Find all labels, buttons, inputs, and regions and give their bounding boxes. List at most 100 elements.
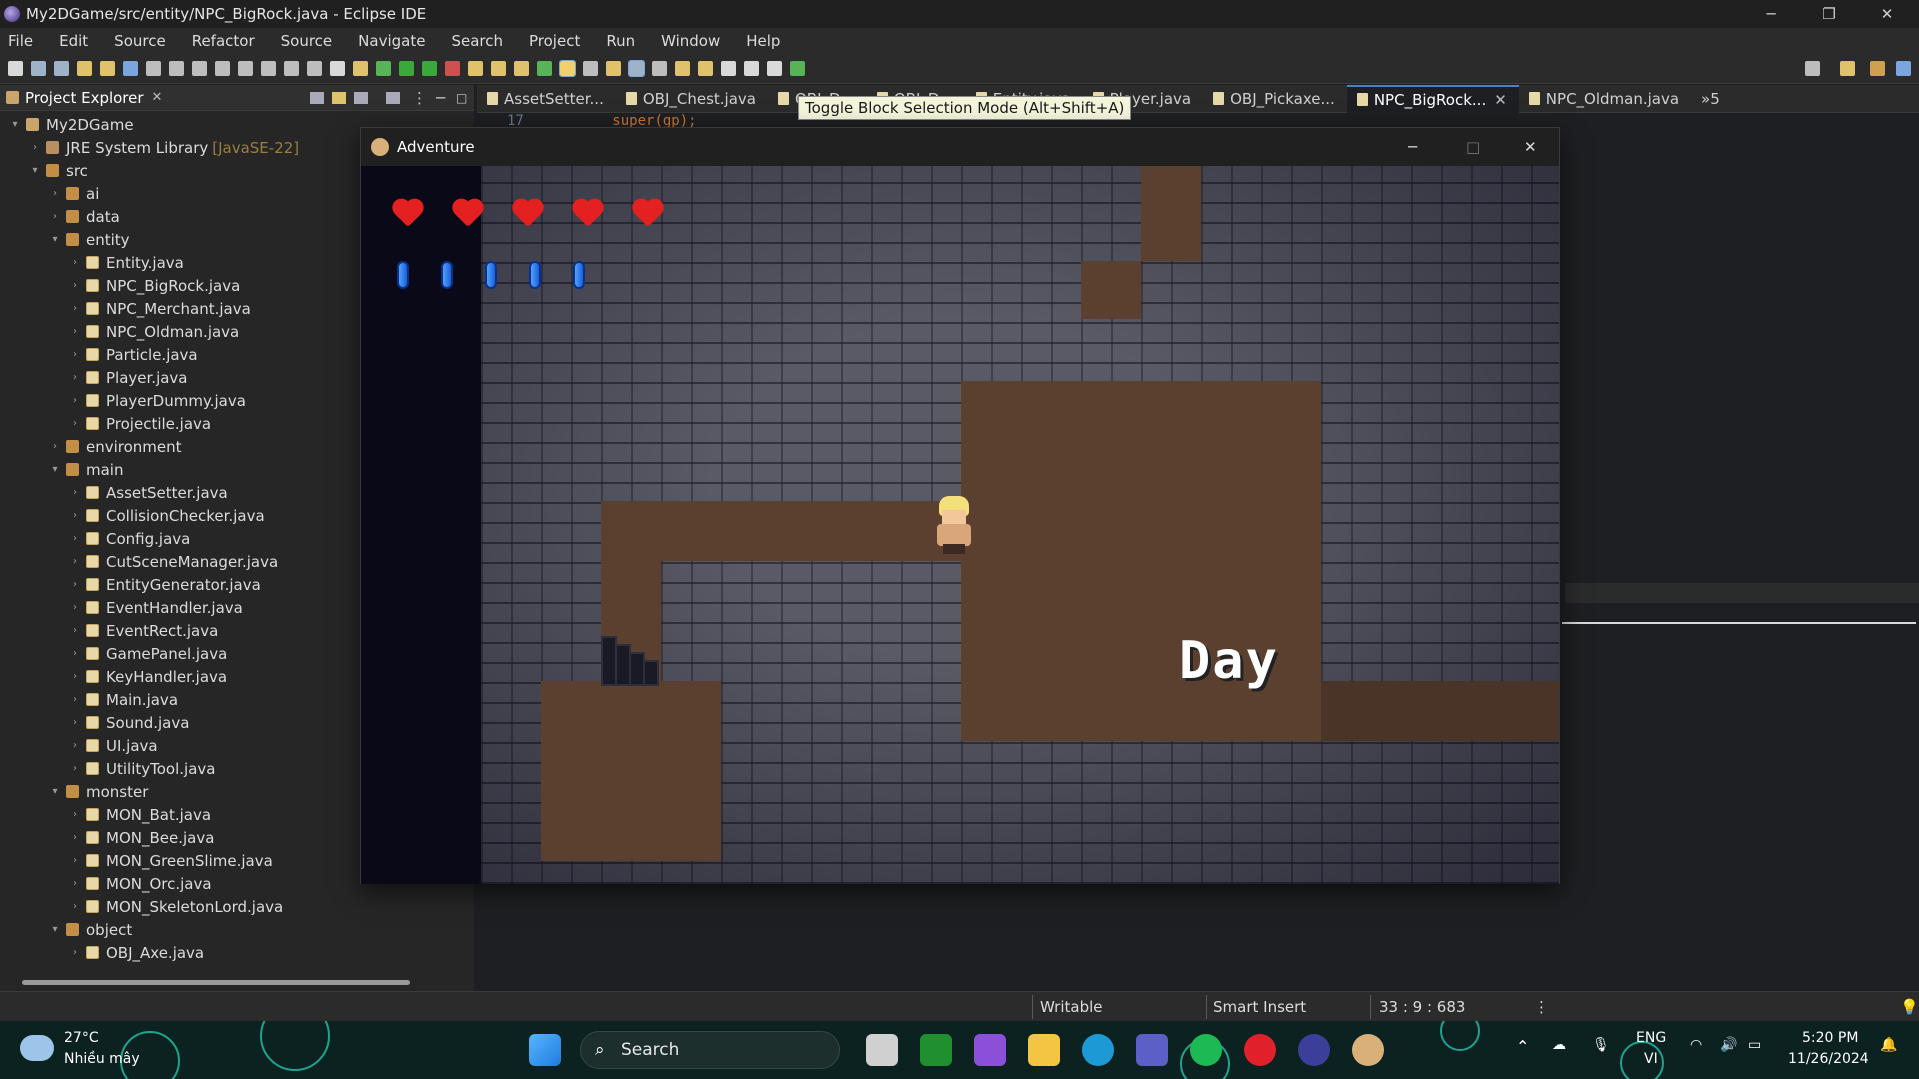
global-search-icon[interactable] [1805, 61, 1820, 76]
new-class-icon[interactable] [491, 61, 506, 76]
collapsed-chevron-icon[interactable]: › [68, 901, 82, 912]
show-whitespace-icon[interactable] [628, 60, 645, 77]
collapsed-chevron-icon[interactable]: › [68, 671, 82, 682]
collapsed-chevron-icon[interactable]: › [68, 602, 82, 613]
open-perspective-icon[interactable] [1840, 61, 1855, 76]
collapsed-chevron-icon[interactable]: › [48, 441, 62, 452]
weather-icon[interactable] [20, 1035, 54, 1061]
save-icon[interactable] [31, 61, 46, 76]
redo-icon[interactable] [100, 61, 115, 76]
project-explorer-tab[interactable]: Project Explorer ✕ ⋮ ─ □ [0, 85, 474, 111]
back-icon[interactable] [744, 61, 759, 76]
onedrive-icon[interactable]: ☁ [1552, 1037, 1566, 1053]
game-close-button[interactable]: ✕ [1524, 138, 1537, 156]
volume-icon[interactable]: 🔊 [1720, 1037, 1737, 1053]
maximize-view-icon[interactable]: □ [456, 91, 467, 105]
new-icon[interactable] [8, 61, 23, 76]
tree-folder-item[interactable]: ▾ object [0, 918, 474, 941]
close-tab-icon[interactable]: ✕ [1494, 91, 1507, 109]
editor-tab[interactable]: OBJ_Pickaxe... [1203, 85, 1347, 113]
expanded-chevron-icon[interactable]: ▾ [48, 464, 62, 475]
view-menu-icon[interactable]: ⋮ [412, 89, 427, 107]
taskbar-search[interactable]: ⌕ Search [580, 1031, 840, 1069]
language-top[interactable]: ENG [1636, 1030, 1666, 1046]
collapsed-chevron-icon[interactable]: › [68, 395, 82, 406]
drop-frame-icon[interactable] [307, 61, 322, 76]
minimize-view-icon[interactable]: ─ [436, 89, 445, 107]
collapsed-chevron-icon[interactable]: › [68, 326, 82, 337]
wifi-icon[interactable]: ◠ [1690, 1037, 1702, 1053]
collapsed-chevron-icon[interactable]: › [68, 740, 82, 751]
pilcrow-icon[interactable] [652, 61, 667, 76]
teams-icon[interactable] [1136, 1034, 1168, 1066]
expanded-chevron-icon[interactable]: ▾ [48, 234, 62, 245]
collapsed-chevron-icon[interactable]: › [68, 694, 82, 705]
expanded-chevron-icon[interactable]: ▾ [48, 924, 62, 935]
next-annotation-icon[interactable] [675, 61, 690, 76]
opera-icon[interactable] [1244, 1034, 1276, 1066]
collapsed-chevron-icon[interactable]: › [68, 648, 82, 659]
tree-file-item[interactable]: › OBJ_Axe.java [0, 941, 474, 964]
restore-button[interactable]: ❐ [1800, 0, 1858, 28]
java-app-icon[interactable] [1352, 1034, 1384, 1066]
undo-icon[interactable] [77, 61, 92, 76]
game-minimize-button[interactable]: ─ [1408, 138, 1417, 156]
mark-occurrences-icon[interactable] [606, 61, 621, 76]
previous-annotation-icon[interactable] [698, 61, 713, 76]
external-tools-icon[interactable] [445, 61, 460, 76]
skip-breakpoints-icon[interactable] [146, 61, 161, 76]
minimize-button[interactable]: ─ [1742, 0, 1800, 28]
collapsed-chevron-icon[interactable]: › [68, 878, 82, 889]
run-icon[interactable] [399, 61, 414, 76]
tray-chevron-icon[interactable]: ⌃ [1516, 1037, 1529, 1056]
collapsed-chevron-icon[interactable]: › [68, 303, 82, 314]
collapsed-chevron-icon[interactable]: › [68, 418, 82, 429]
collapsed-chevron-icon[interactable]: › [68, 372, 82, 383]
search-toolbar-icon[interactable] [537, 61, 552, 76]
console-icon[interactable] [330, 61, 345, 76]
focus-icon[interactable] [386, 91, 400, 104]
collapsed-chevron-icon[interactable]: › [68, 280, 82, 291]
menu-source-2[interactable]: Source [281, 32, 333, 50]
editor-tab[interactable]: AssetSetter... [477, 85, 616, 113]
collapsed-chevron-icon[interactable]: › [68, 855, 82, 866]
tree-file-item[interactable]: › MON_SkeletonLord.java [0, 895, 474, 918]
clock-date[interactable]: 11/26/2024 [1788, 1051, 1869, 1067]
horizontal-scrollbar[interactable] [22, 980, 410, 985]
toggle-block-selection-icon[interactable] [559, 60, 576, 77]
menu-run[interactable]: Run [606, 32, 635, 50]
collapsed-chevron-icon[interactable]: › [68, 349, 82, 360]
collapsed-chevron-icon[interactable]: › [68, 257, 82, 268]
link-editor-icon[interactable] [332, 91, 346, 104]
menu-project[interactable]: Project [529, 32, 580, 50]
collapsed-chevron-icon[interactable]: › [68, 763, 82, 774]
language-bottom[interactable]: VI [1644, 1051, 1658, 1067]
collapsed-chevron-icon[interactable]: › [68, 487, 82, 498]
menu-navigate[interactable]: Navigate [358, 32, 425, 50]
spotify-icon[interactable] [1190, 1034, 1222, 1066]
tip-icon[interactable]: 💡 [1900, 998, 1919, 1016]
menu-help[interactable]: Help [746, 32, 780, 50]
collapsed-chevron-icon[interactable]: › [68, 556, 82, 567]
menu-file[interactable]: File [8, 32, 33, 50]
close-tab-icon[interactable]: ✕ [152, 90, 163, 105]
editor-tab[interactable]: NPC_Oldman.java [1519, 85, 1691, 113]
close-button[interactable]: ✕ [1858, 0, 1916, 28]
expanded-chevron-icon[interactable]: ▾ [28, 165, 42, 176]
debug-icon[interactable] [376, 61, 391, 76]
filter-icon[interactable] [354, 91, 368, 104]
collapsed-chevron-icon[interactable]: › [28, 142, 42, 153]
collapsed-chevron-icon[interactable]: › [68, 947, 82, 958]
collapsed-chevron-icon[interactable]: › [68, 533, 82, 544]
collapse-all-icon[interactable] [310, 91, 324, 104]
collapsed-chevron-icon[interactable]: › [68, 579, 82, 590]
clock-time[interactable]: 5:20 PM [1802, 1030, 1858, 1046]
menu-search[interactable]: Search [451, 32, 503, 50]
editor-tab[interactable]: OBJ_Chest.java [616, 85, 768, 113]
new-package-icon[interactable] [468, 61, 483, 76]
forward-icon[interactable] [767, 61, 782, 76]
expanded-chevron-icon[interactable]: ▾ [8, 119, 22, 130]
step-return-icon[interactable] [284, 61, 299, 76]
edge-icon[interactable] [1082, 1034, 1114, 1066]
notification-bell-icon[interactable]: 🔔 [1880, 1037, 1897, 1053]
